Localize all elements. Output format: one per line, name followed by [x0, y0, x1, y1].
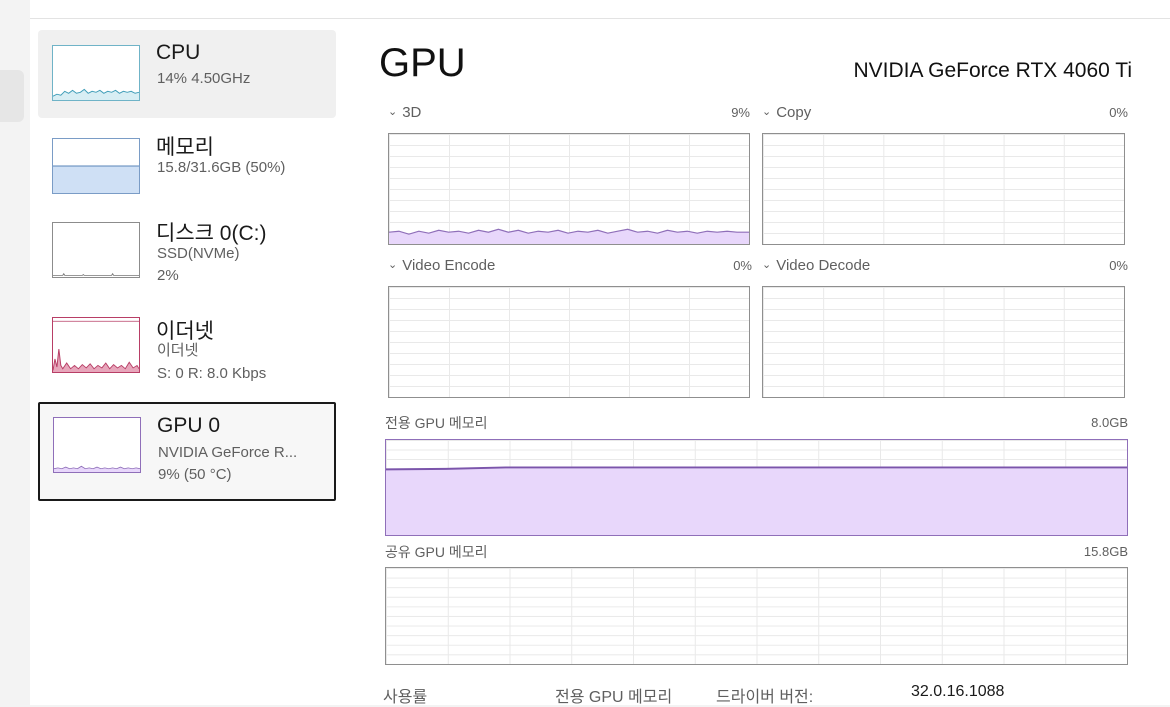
utilization-label: 사용률: [383, 689, 428, 706]
sidebar-item-ethernet-throughput: S: 0 R: 8.0 Kbps: [157, 365, 267, 382]
sidebar-item-ethernet-adapter: 이더넷: [157, 342, 199, 359]
dedicated-memory-stat-label: 전용 GPU 메모리: [555, 689, 673, 706]
chevron-down-icon: ⌄: [762, 259, 772, 271]
shared-memory-max: 15.8GB: [1083, 544, 1128, 559]
engine-3d-selector[interactable]: ⌄ 3D: [388, 104, 421, 121]
engine-3d-percent: 9%: [731, 105, 750, 120]
memory-thumbnail-graph: [52, 138, 140, 194]
engine-video-encode-selector[interactable]: ⌄ Video Encode: [388, 257, 495, 274]
sidebar-item-cpu-stats: 14% 4.50GHz: [157, 70, 251, 87]
dedicated-memory-max: 8.0GB: [1091, 415, 1128, 430]
sidebar-item-cpu[interactable]: CPU 14% 4.50GHz: [38, 30, 336, 118]
nav-rail: [0, 0, 30, 705]
page-title: GPU: [379, 41, 466, 85]
dedicated-memory-label: 전용 GPU 메모리: [385, 415, 488, 431]
dedicated-memory-graph: [385, 439, 1128, 536]
performance-content: CPU 14% 4.50GHz 메모리 15.8/31.6GB (50%) 디스…: [30, 19, 1170, 706]
driver-version-value: 32.0.16.1088: [911, 683, 1005, 700]
engine-3d-graph: [388, 133, 750, 245]
cpu-thumbnail-graph: [52, 45, 140, 101]
chevron-down-icon: ⌄: [388, 259, 398, 271]
sidebar-item-gpu-model: NVIDIA GeForce R...: [158, 444, 298, 461]
engine-video-decode-graph: [762, 286, 1125, 398]
engine-video-encode-graph: [388, 286, 750, 398]
sidebar-item-memory-stats: 15.8/31.6GB (50%): [157, 159, 286, 176]
sidebar-item-memory[interactable]: 메모리 15.8/31.6GB (50%): [38, 123, 336, 205]
engine-video-encode-percent: 0%: [733, 258, 752, 273]
sidebar-item-ethernet[interactable]: 이더넷 이더넷 S: 0 R: 8.0 Kbps: [38, 307, 336, 389]
sidebar-item-cpu-title: CPU: [156, 41, 201, 64]
engine-video-decode-label: Video Decode: [776, 257, 871, 274]
driver-version-label: 드라이버 버전:: [716, 689, 814, 706]
engine-video-encode-label: Video Encode: [402, 257, 496, 274]
engine-video-decode-percent: 0%: [1109, 258, 1128, 273]
shared-memory-label: 공유 GPU 메모리: [385, 544, 488, 560]
shared-memory-graph: [385, 567, 1128, 665]
engine-video-decode-selector[interactable]: ⌄ Video Decode: [762, 257, 870, 274]
engine-copy-label: Copy: [776, 104, 812, 121]
chevron-down-icon: ⌄: [388, 106, 398, 118]
engine-copy-percent: 0%: [1109, 105, 1128, 120]
sidebar-item-disk-type: SSD(NVMe): [157, 245, 240, 262]
engine-copy-selector[interactable]: ⌄ Copy: [762, 104, 811, 121]
sidebar-item-gpu[interactable]: GPU 0 NVIDIA GeForce R... 9% (50 °C): [38, 402, 336, 501]
disk-thumbnail-graph: [52, 222, 140, 278]
title-bar: [30, 0, 1170, 19]
sidebar-item-disk[interactable]: 디스크 0(C:) SSD(NVMe) 2%: [38, 211, 336, 293]
sidebar-item-gpu-usage: 9% (50 °C): [158, 466, 232, 483]
sidebar-item-gpu-title: GPU 0: [157, 414, 221, 437]
sidebar-item-disk-usage: 2%: [157, 267, 179, 284]
chevron-down-icon: ⌄: [762, 106, 772, 118]
ethernet-thumbnail-graph: [52, 317, 140, 373]
engine-copy-graph: [762, 133, 1125, 245]
gpu-device-name: NVIDIA GeForce RTX 4060 Ti: [853, 59, 1132, 82]
nav-rail-selected-indicator[interactable]: [0, 70, 24, 122]
engine-3d-label: 3D: [402, 104, 422, 121]
gpu-thumbnail-graph: [53, 417, 141, 473]
